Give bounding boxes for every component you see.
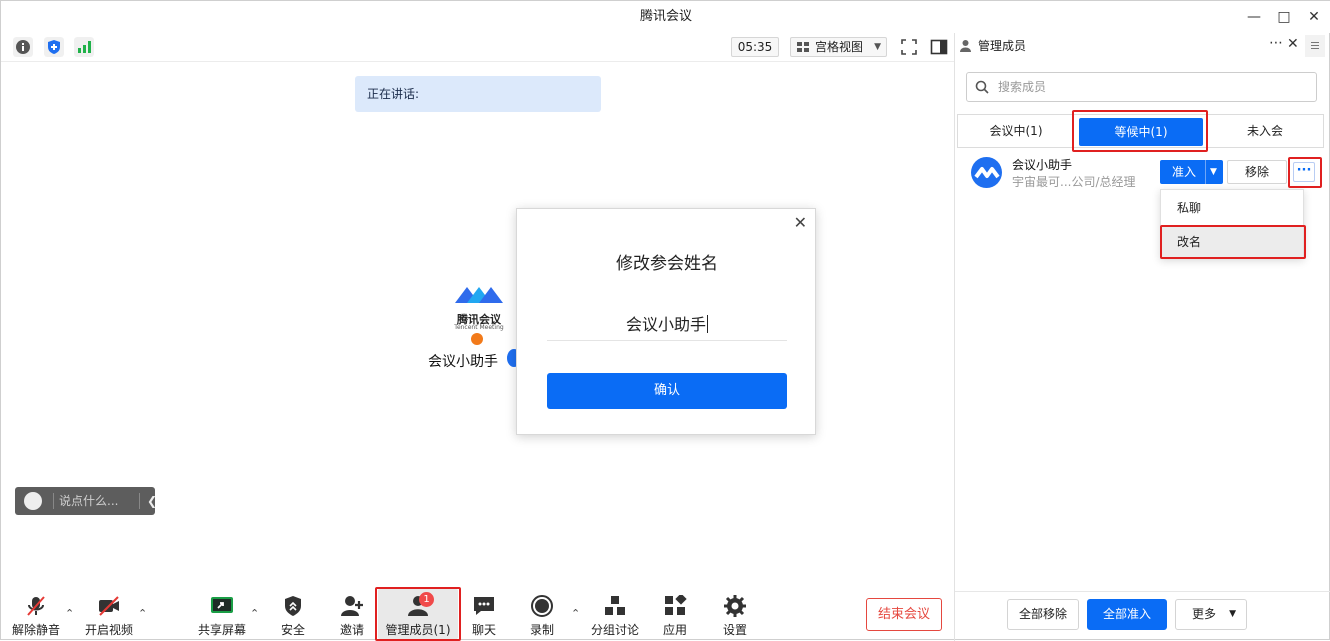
close-icon[interactable]: ✕: [1287, 36, 1299, 52]
more-button[interactable]: 更多 ▼: [1175, 599, 1247, 630]
chevron-down-icon: ▼: [1229, 609, 1236, 619]
remove-all-button[interactable]: 全部移除: [1007, 599, 1079, 630]
chevron-left-icon[interactable]: ❮: [147, 487, 157, 515]
settings-button[interactable]: 设置: [715, 595, 755, 637]
chevron-up-icon[interactable]: ⌃: [571, 607, 580, 620]
participant-name: 会议小助手: [428, 354, 498, 370]
close-icon[interactable]: ✕: [794, 213, 807, 232]
admit-label: 准入: [1172, 165, 1197, 179]
signal-icon[interactable]: [74, 37, 94, 57]
member-name: 会议小助手: [1012, 158, 1073, 172]
confirm-button[interactable]: 确认: [547, 373, 787, 409]
chevron-up-icon[interactable]: ⌃: [250, 607, 259, 620]
info-icon[interactable]: [13, 37, 33, 57]
admit-all-button[interactable]: 全部准入: [1087, 599, 1167, 630]
rename-dialog-title: 修改参会姓名: [616, 254, 718, 274]
highlight-box: [1288, 157, 1322, 188]
chevron-up-icon[interactable]: ⌃: [65, 607, 74, 620]
start-video-button[interactable]: 开启视频: [83, 595, 135, 637]
security-shield-icon[interactable]: [44, 37, 64, 57]
speaking-banner: 正在讲话:: [355, 76, 601, 112]
search-icon: [975, 80, 989, 94]
title-bar: 腾讯会议 — □ ✕: [1, 1, 1330, 33]
highlight-box: [375, 587, 461, 641]
tab-in-meeting[interactable]: 会议中(1): [958, 115, 1074, 147]
highlight-box: [1072, 110, 1208, 152]
view-mode-label: 宫格视图: [815, 40, 864, 54]
panel-title: 管理成员: [978, 39, 1027, 53]
apps-button[interactable]: 应用: [655, 595, 695, 637]
rename-input-value: 会议小助手: [625, 315, 706, 334]
chat-label: 聊天: [471, 623, 496, 637]
security-label: 安全: [280, 623, 305, 637]
top-divider: [1, 61, 954, 62]
more-label: 更多: [1191, 607, 1216, 621]
chat-icon: [474, 597, 494, 615]
invite-user-icon: [341, 596, 363, 616]
unmute-button[interactable]: 解除静音: [11, 595, 61, 637]
avatar: [971, 157, 1002, 188]
settings-label: 设置: [722, 623, 747, 637]
record-button[interactable]: 录制: [522, 595, 562, 637]
sidebar-toggle-icon[interactable]: [929, 37, 949, 57]
invite-label: 邀请: [339, 623, 364, 637]
video-off-icon: [99, 596, 119, 616]
admit-button[interactable]: 准入 ▼: [1160, 160, 1223, 184]
more-options-icon[interactable]: ⋯: [1269, 35, 1284, 51]
maximize-button[interactable]: □: [1270, 5, 1298, 29]
host-user-icon: [471, 333, 483, 345]
mic-muted-icon: [27, 596, 45, 616]
emoji-icon[interactable]: [24, 492, 42, 510]
chevron-down-icon: ▼: [874, 42, 881, 52]
apps-icon: [665, 595, 687, 615]
member-search-input[interactable]: 搜索成员: [966, 72, 1317, 102]
user-icon: [960, 40, 971, 52]
remove-member-button[interactable]: 移除: [1227, 160, 1287, 184]
chat-button[interactable]: 聊天: [464, 595, 504, 637]
chevron-up-icon[interactable]: ⌃: [138, 607, 147, 620]
view-mode-dropdown[interactable]: 宫格视图 ▼: [790, 37, 887, 57]
member-description: 宇宙最可...公司/总经理: [1012, 175, 1136, 189]
breakout-button[interactable]: 分组讨论: [589, 595, 641, 637]
chevron-down-icon[interactable]: ▼: [1210, 160, 1217, 184]
meeting-toolbar-top: 05:35 宫格视图 ▼: [1, 33, 954, 61]
chat-quick-input[interactable]: 说点什么... ❮: [15, 487, 157, 515]
tencent-meeting-logo-icon: [455, 287, 503, 303]
highlight-box: [1160, 225, 1306, 259]
apps-label: 应用: [662, 623, 687, 637]
minimize-button[interactable]: —: [1240, 5, 1268, 29]
grid-icon: [797, 42, 809, 53]
gear-icon: [724, 595, 746, 617]
start-video-label: 开启视频: [84, 623, 133, 637]
chat-placeholder: 说点什么...: [59, 494, 119, 508]
invite-button[interactable]: 邀请: [332, 595, 372, 637]
rename-dialog: ✕ 修改参会姓名 会议小助手 确认: [516, 208, 816, 435]
shield-icon: [285, 596, 301, 616]
share-screen-label: 共享屏幕: [197, 623, 246, 637]
panel-divider: [954, 33, 955, 641]
record-label: 录制: [529, 623, 554, 637]
end-meeting-button[interactable]: 结束会议: [866, 598, 942, 631]
breakout-icon: [605, 596, 625, 615]
security-button[interactable]: 安全: [273, 595, 313, 637]
share-screen-icon: [211, 597, 233, 613]
tencent-meeting-logo-icon: [974, 167, 1000, 179]
window-title: 腾讯会议: [639, 9, 692, 24]
share-screen-button[interactable]: 共享屏幕: [196, 595, 248, 637]
fullscreen-icon[interactable]: [899, 37, 919, 57]
breakout-label: 分组讨论: [590, 623, 639, 637]
menu-item-private-chat[interactable]: 私聊: [1161, 192, 1303, 224]
tab-not-joined[interactable]: 未入会: [1207, 115, 1323, 147]
close-button[interactable]: ✕: [1300, 5, 1328, 29]
app-window: 腾讯会议 — □ ✕ 05:35 宫格视图 ▼ 正在讲话: 腾讯会议 Tence…: [0, 0, 1330, 641]
logo-text-en: Tencent Meeting: [454, 324, 504, 331]
meeting-timer: 05:35: [731, 37, 779, 57]
menu-icon[interactable]: [1305, 35, 1325, 57]
unmute-label: 解除静音: [11, 623, 60, 637]
search-placeholder: 搜索成员: [998, 80, 1047, 94]
rename-input[interactable]: 会议小助手: [547, 311, 787, 341]
record-icon: [531, 595, 553, 617]
